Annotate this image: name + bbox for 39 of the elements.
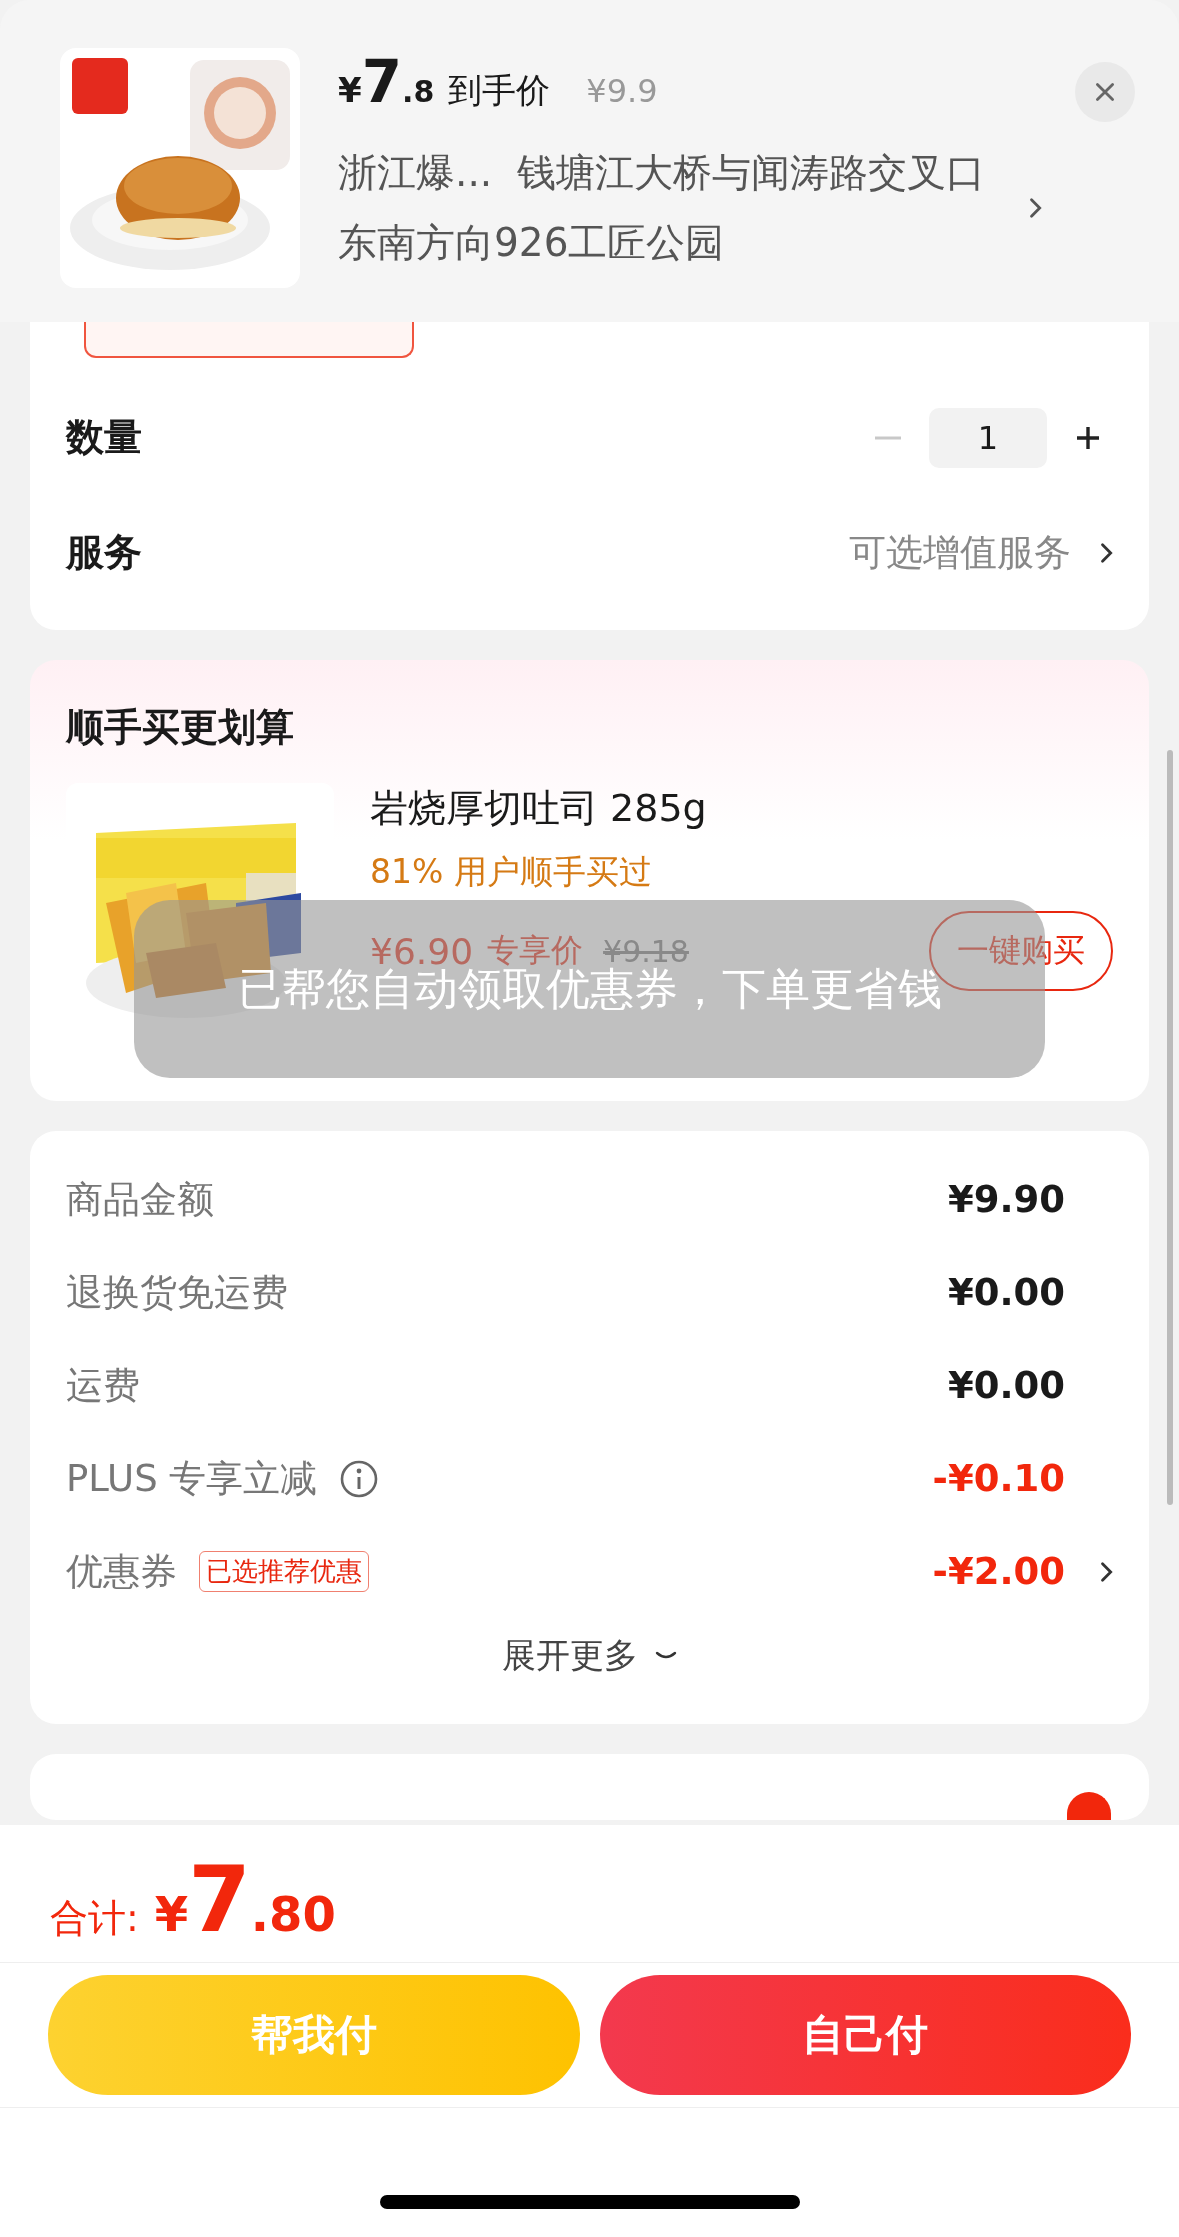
summary-label: 商品金额 xyxy=(66,1176,214,1223)
total-decimal: .80 xyxy=(250,1886,336,1942)
summary-value: -¥0.10 xyxy=(932,1457,1065,1500)
quantity-field[interactable]: 1 xyxy=(929,407,1047,468)
spec-chip[interactable] xyxy=(84,322,414,358)
summary-label: PLUS 专享立减 xyxy=(66,1455,318,1502)
price-currency: ¥ xyxy=(338,70,362,110)
total-currency: ¥ xyxy=(154,1886,189,1942)
chevron-icon[interactable] xyxy=(1028,196,1042,220)
summary-label: 优惠券 xyxy=(66,1548,177,1595)
service-label: 服务 xyxy=(66,529,142,576)
summary-value: -¥2.00 xyxy=(932,1550,1065,1593)
summary-label: 退换货免运费 xyxy=(66,1269,288,1316)
product-name[interactable]: 岩烧厚切吐司 285g xyxy=(370,783,1113,834)
summary-value: ¥9.90 xyxy=(947,1178,1065,1221)
price-label: 专享价 xyxy=(487,930,584,969)
pay-button[interactable]: 自己付 xyxy=(599,1975,1131,2095)
scrollbar[interactable] xyxy=(1167,750,1173,1505)
total-integer: 7 xyxy=(188,1847,251,1952)
summary-value: ¥0.00 xyxy=(947,1364,1065,1407)
social-proof-text: 81% 用户顺手买过 xyxy=(370,851,653,893)
price-decimal: .8 xyxy=(402,74,435,109)
chevron-icon[interactable] xyxy=(1099,540,1113,565)
summary-label: 运费 xyxy=(66,1362,140,1409)
coupon-tag: 已选推荐优惠 xyxy=(199,1551,369,1592)
chevron-icon[interactable] xyxy=(1099,1559,1113,1584)
price-integer: 7 xyxy=(361,48,403,116)
service-value[interactable]: 可选增值服务 xyxy=(849,527,1071,578)
quantity-label: 数量 xyxy=(66,414,142,461)
total-label: 合计: xyxy=(50,1895,139,1942)
expand-link[interactable]: 展开更多 xyxy=(495,1632,684,1680)
minus-icon xyxy=(875,435,901,440)
radio-button[interactable] xyxy=(1067,1792,1111,1820)
summary-value: ¥0.00 xyxy=(947,1271,1065,1314)
address-text[interactable]: 浙江爆... 钱塘江大桥与闻涛路交叉口东南方向926工匠公园 xyxy=(338,138,988,278)
original-price: ¥9.9 xyxy=(586,72,658,110)
price-label: 到手价 xyxy=(448,69,551,112)
section-title: 顺手买更划算 xyxy=(66,704,295,751)
info-icon[interactable] xyxy=(339,1458,380,1499)
